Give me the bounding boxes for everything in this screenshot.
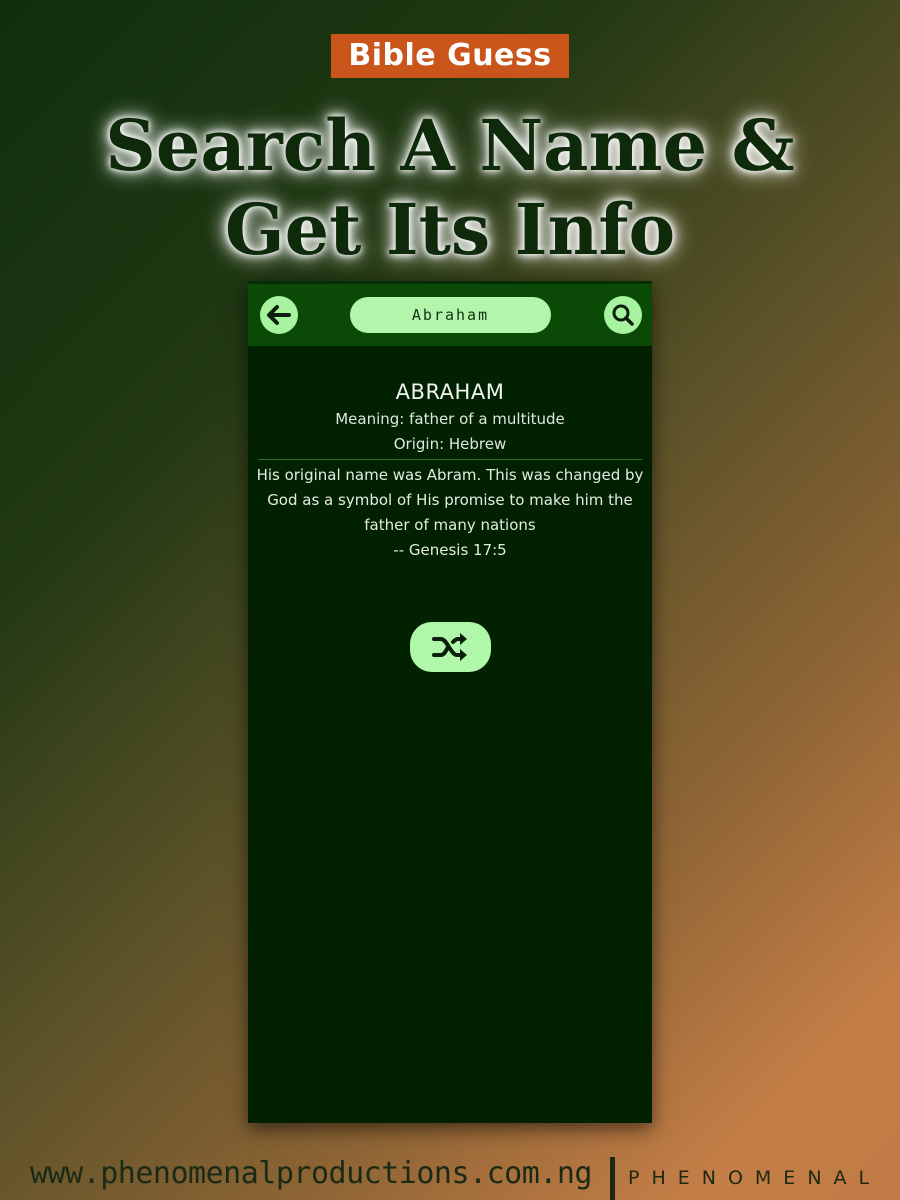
name-description: His original name was Abram. This was ch…: [256, 466, 644, 534]
back-button[interactable]: [260, 296, 298, 334]
app-bar: [248, 281, 652, 346]
search-input[interactable]: [350, 297, 551, 333]
app-screen: ABRAHAM Meaning: father of a multitude O…: [248, 281, 652, 1123]
name-meaning: Meaning: father of a multitude: [335, 410, 565, 428]
promo-headline-line-2: Get Its Info: [224, 188, 676, 271]
arrow-left-icon: [267, 305, 291, 325]
footer-brand-logo: PHENOMENAL: [628, 1167, 882, 1189]
shuffle-button[interactable]: [410, 622, 491, 672]
name-origin: Origin: Hebrew: [393, 435, 507, 453]
scripture-reference: -- Genesis 17:5: [393, 541, 507, 559]
footer-divider: [610, 1157, 615, 1200]
search-icon: [612, 304, 634, 326]
promo-badge: Bible Guess: [331, 34, 569, 78]
shuffle-icon: [431, 633, 467, 661]
footer-website-url[interactable]: www.phenomenalproductions.com.ng: [30, 1152, 592, 1196]
search-button[interactable]: [604, 296, 642, 334]
name-title: ABRAHAM: [395, 380, 505, 404]
divider: [258, 459, 642, 460]
name-info-panel: ABRAHAM Meaning: father of a multitude O…: [248, 377, 652, 563]
promo-headline-line-1: Search A Name &: [105, 104, 795, 187]
